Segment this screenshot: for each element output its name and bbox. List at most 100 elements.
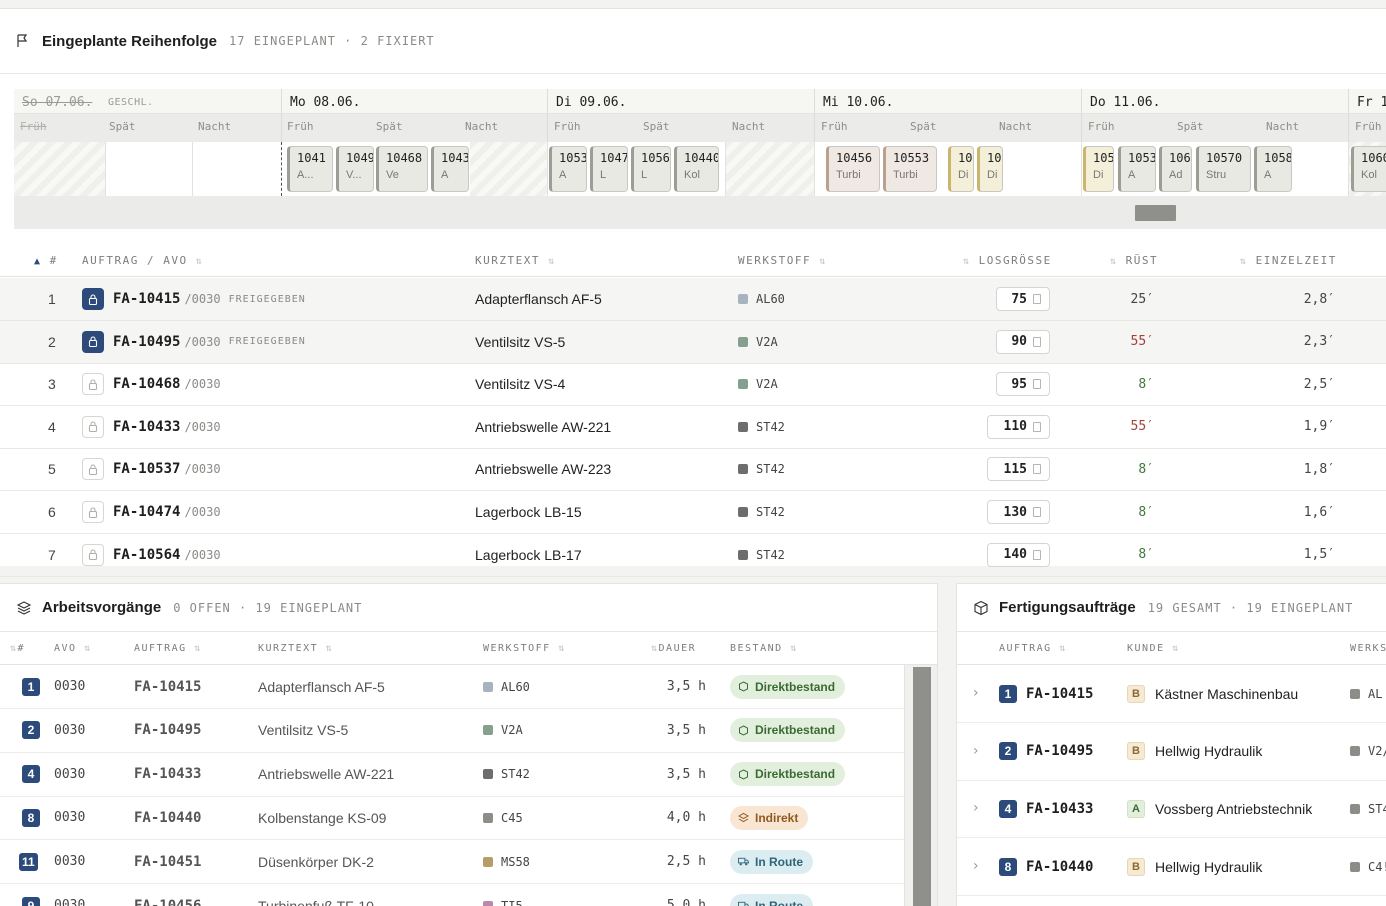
order-number[interactable]: FA-10537 (113, 461, 180, 477)
timeline-chip[interactable]: 1047 L (590, 146, 628, 192)
lot-size-field[interactable]: 75 (996, 287, 1050, 311)
table-row[interactable]: 4 FA-10433 /0030 Antriebswelle AW-221 ST… (0, 406, 1386, 449)
timeline-chip[interactable]: 104Di (948, 146, 974, 192)
sequence-panel: Eingeplante Reihenfolge 17 EINGEPLANT · … (0, 8, 1386, 577)
table-row[interactable]: 7 FA-10564 /0030 Lagerbock LB-17 ST42 14… (0, 534, 1386, 577)
table-row[interactable]: 1 0030 FA-10415 Adapterflansch AF-5 AL60… (0, 665, 904, 709)
lot-size-field[interactable]: 95 (996, 372, 1050, 397)
order-number[interactable]: FA-10495 (134, 722, 201, 738)
col-ruest[interactable]: ⇅ RÜST (1110, 254, 1158, 267)
timeline-chip[interactable]: 10570 Stru (1196, 146, 1251, 192)
col-kunde[interactable]: KUNDE ⇅ (1127, 643, 1180, 654)
table-row[interactable]: 9 0030 FA-10456 Turbinenfuß TF-10 TI5 5,… (0, 884, 904, 906)
order-number[interactable]: FA-10433 (1026, 801, 1093, 817)
order-number[interactable]: FA-10440 (1026, 859, 1093, 875)
timeline-chip[interactable]: 10456 Turbi (826, 146, 880, 192)
order-number[interactable]: FA-10433 (134, 766, 201, 782)
timeline-chip[interactable]: 1056 L (631, 146, 671, 192)
lock-icon[interactable] (82, 543, 104, 566)
shift-timeline[interactable]: So 07.06. GESCHL. Früh Spät Nacht Mo 08.… (14, 89, 1386, 229)
timeline-chip[interactable]: 10440 Kol (674, 146, 719, 192)
order-number[interactable]: FA-10440 (134, 810, 201, 826)
order-number[interactable]: FA-10415 (134, 679, 201, 695)
col-dauer[interactable]: ⇅DAUER (651, 643, 696, 654)
chevron-right-icon[interactable]: › (973, 858, 979, 874)
lock-icon[interactable] (82, 288, 104, 310)
col-kurztext[interactable]: KURZTEXT ⇅ (258, 643, 333, 654)
order-number[interactable]: FA-10415 (113, 291, 180, 307)
order-number[interactable]: FA-10456 (134, 898, 201, 906)
col-avo[interactable]: AVO ⇅ (54, 643, 92, 654)
lot-size-field[interactable]: 110 (987, 414, 1050, 439)
timeline-chip[interactable]: 1053 A (1118, 146, 1156, 192)
timeline-chip[interactable]: 1060Kol (1351, 146, 1386, 192)
table-row[interactable]: › 2 FA-10495 B Hellwig Hydraulik V2/ (957, 723, 1386, 781)
order-number[interactable]: FA-10564 (113, 547, 180, 563)
timeline-chip[interactable]: 105Di (1083, 146, 1114, 192)
order-number[interactable]: FA-10468 (113, 376, 180, 392)
col-num[interactable]: ⇅# (10, 643, 25, 654)
order-number[interactable]: FA-10433 (113, 419, 180, 435)
order-number[interactable]: FA-10451 (134, 854, 201, 870)
table-row[interactable]: 5 FA-10537 /0030 Antriebswelle AW-223 ST… (0, 448, 1386, 492)
timeline-chip[interactable]: 106 Ad (1159, 146, 1192, 192)
lock-icon[interactable] (82, 458, 104, 481)
timeline-chip[interactable]: 105Di (977, 146, 1003, 192)
table-row[interactable]: › 8 FA-10440 B Hellwig Hydraulik C4! (957, 838, 1386, 897)
timeline-scroll-thumb[interactable] (1135, 205, 1176, 221)
operations-scrollbar[interactable] (904, 665, 937, 906)
order-number[interactable]: FA-10474 (113, 504, 180, 520)
chevron-right-icon[interactable]: › (973, 743, 979, 759)
table-row[interactable]: 3 FA-10468 /0030 Ventilsitz VS-4 V2A 95 … (0, 363, 1386, 407)
status-badge: FREIGEGEBEN (228, 293, 306, 305)
col-losgroesse[interactable]: ⇅ LOSGRÖSSE (963, 254, 1052, 267)
timeline-chip[interactable]: 1043 A (431, 146, 469, 192)
material-code: ST42 (756, 547, 785, 562)
table-row[interactable]: 2 FA-10495 /0030 FREIGEGEBEN Ventilsitz … (0, 320, 1386, 364)
lot-size-field[interactable]: 140 (987, 542, 1050, 567)
lot-size-field[interactable]: 90 (996, 329, 1050, 354)
operations-meta: 0 OFFEN · 19 EINGEPLANT (173, 600, 363, 615)
timeline-scrollbar[interactable] (14, 196, 1386, 229)
table-row[interactable]: 2 0030 FA-10495 Ventilsitz VS-5 V2A 3,5 … (0, 709, 904, 753)
table-row[interactable]: › 1 FA-10415 B Kästner Maschinenbau AL (957, 665, 1386, 723)
lock-icon[interactable] (82, 373, 104, 396)
col-auftrag[interactable]: AUFTRAG ⇅ (134, 643, 202, 654)
table-row[interactable]: › 4 FA-10433 A Vossberg Antriebstechnik ST… (957, 780, 1386, 839)
col-kurztext[interactable]: KURZTEXT ⇅ (475, 254, 556, 267)
col-num[interactable]: ▲ # (34, 254, 58, 267)
lock-icon[interactable] (82, 415, 104, 438)
col-werkstoff[interactable]: WERKS (1350, 643, 1386, 654)
sequence-badge: 11 (19, 852, 38, 871)
material-swatch (483, 900, 493, 906)
col-werkstoff[interactable]: WERKSTOFF ⇅ (738, 254, 827, 267)
col-auftrag[interactable]: AUFTRAG / AVO ⇅ (82, 254, 203, 267)
table-row[interactable]: 11 0030 FA-10451 Düsenkörper DK-2 MS58 2… (0, 840, 904, 885)
lot-size-field[interactable]: 115 (987, 457, 1050, 482)
lock-icon[interactable] (82, 330, 104, 353)
timeline-chip[interactable]: 1053 A (549, 146, 587, 192)
table-row[interactable]: 1 FA-10415 /0030 FREIGEGEBEN Adapterflan… (0, 278, 1386, 321)
timeline-chip[interactable]: 10553 Turbi (883, 146, 937, 192)
material-swatch (1350, 746, 1360, 757)
table-row[interactable]: 6 FA-10474 /0030 Lagerbock LB-15 ST42 13… (0, 491, 1386, 534)
timeline-chip[interactable]: 1058 A (1254, 146, 1292, 192)
scroll-thumb[interactable] (913, 667, 931, 906)
chevron-right-icon[interactable]: › (973, 685, 979, 701)
timeline-chip[interactable]: 10468 Ve (376, 146, 428, 192)
orders-table-header: AUFTRAG ⇅ KUNDE ⇅ WERKS (957, 632, 1386, 665)
col-werkstoff[interactable]: WERKSTOFF ⇅ (483, 643, 566, 654)
lock-icon[interactable] (82, 501, 104, 523)
table-row[interactable]: 4 0030 FA-10433 Antriebswelle AW-221 ST4… (0, 753, 904, 797)
order-number[interactable]: FA-10415 (1026, 686, 1093, 702)
chevron-right-icon[interactable]: › (973, 800, 979, 816)
timeline-chip[interactable]: 1041 A... (287, 146, 333, 192)
timeline-chip[interactable]: 1049 V... (336, 146, 374, 192)
col-auftrag[interactable]: AUFTRAG ⇅ (999, 643, 1067, 654)
order-number[interactable]: FA-10495 (113, 334, 180, 350)
col-bestand[interactable]: BESTAND ⇅ (730, 643, 798, 654)
table-row[interactable]: 8 0030 FA-10440 Kolbenstange KS-09 C45 4… (0, 796, 904, 841)
lot-size-field[interactable]: 130 (987, 500, 1050, 524)
order-number[interactable]: FA-10495 (1026, 743, 1093, 759)
col-einzelzeit[interactable]: ⇅ EINZELZEIT (1240, 254, 1337, 267)
